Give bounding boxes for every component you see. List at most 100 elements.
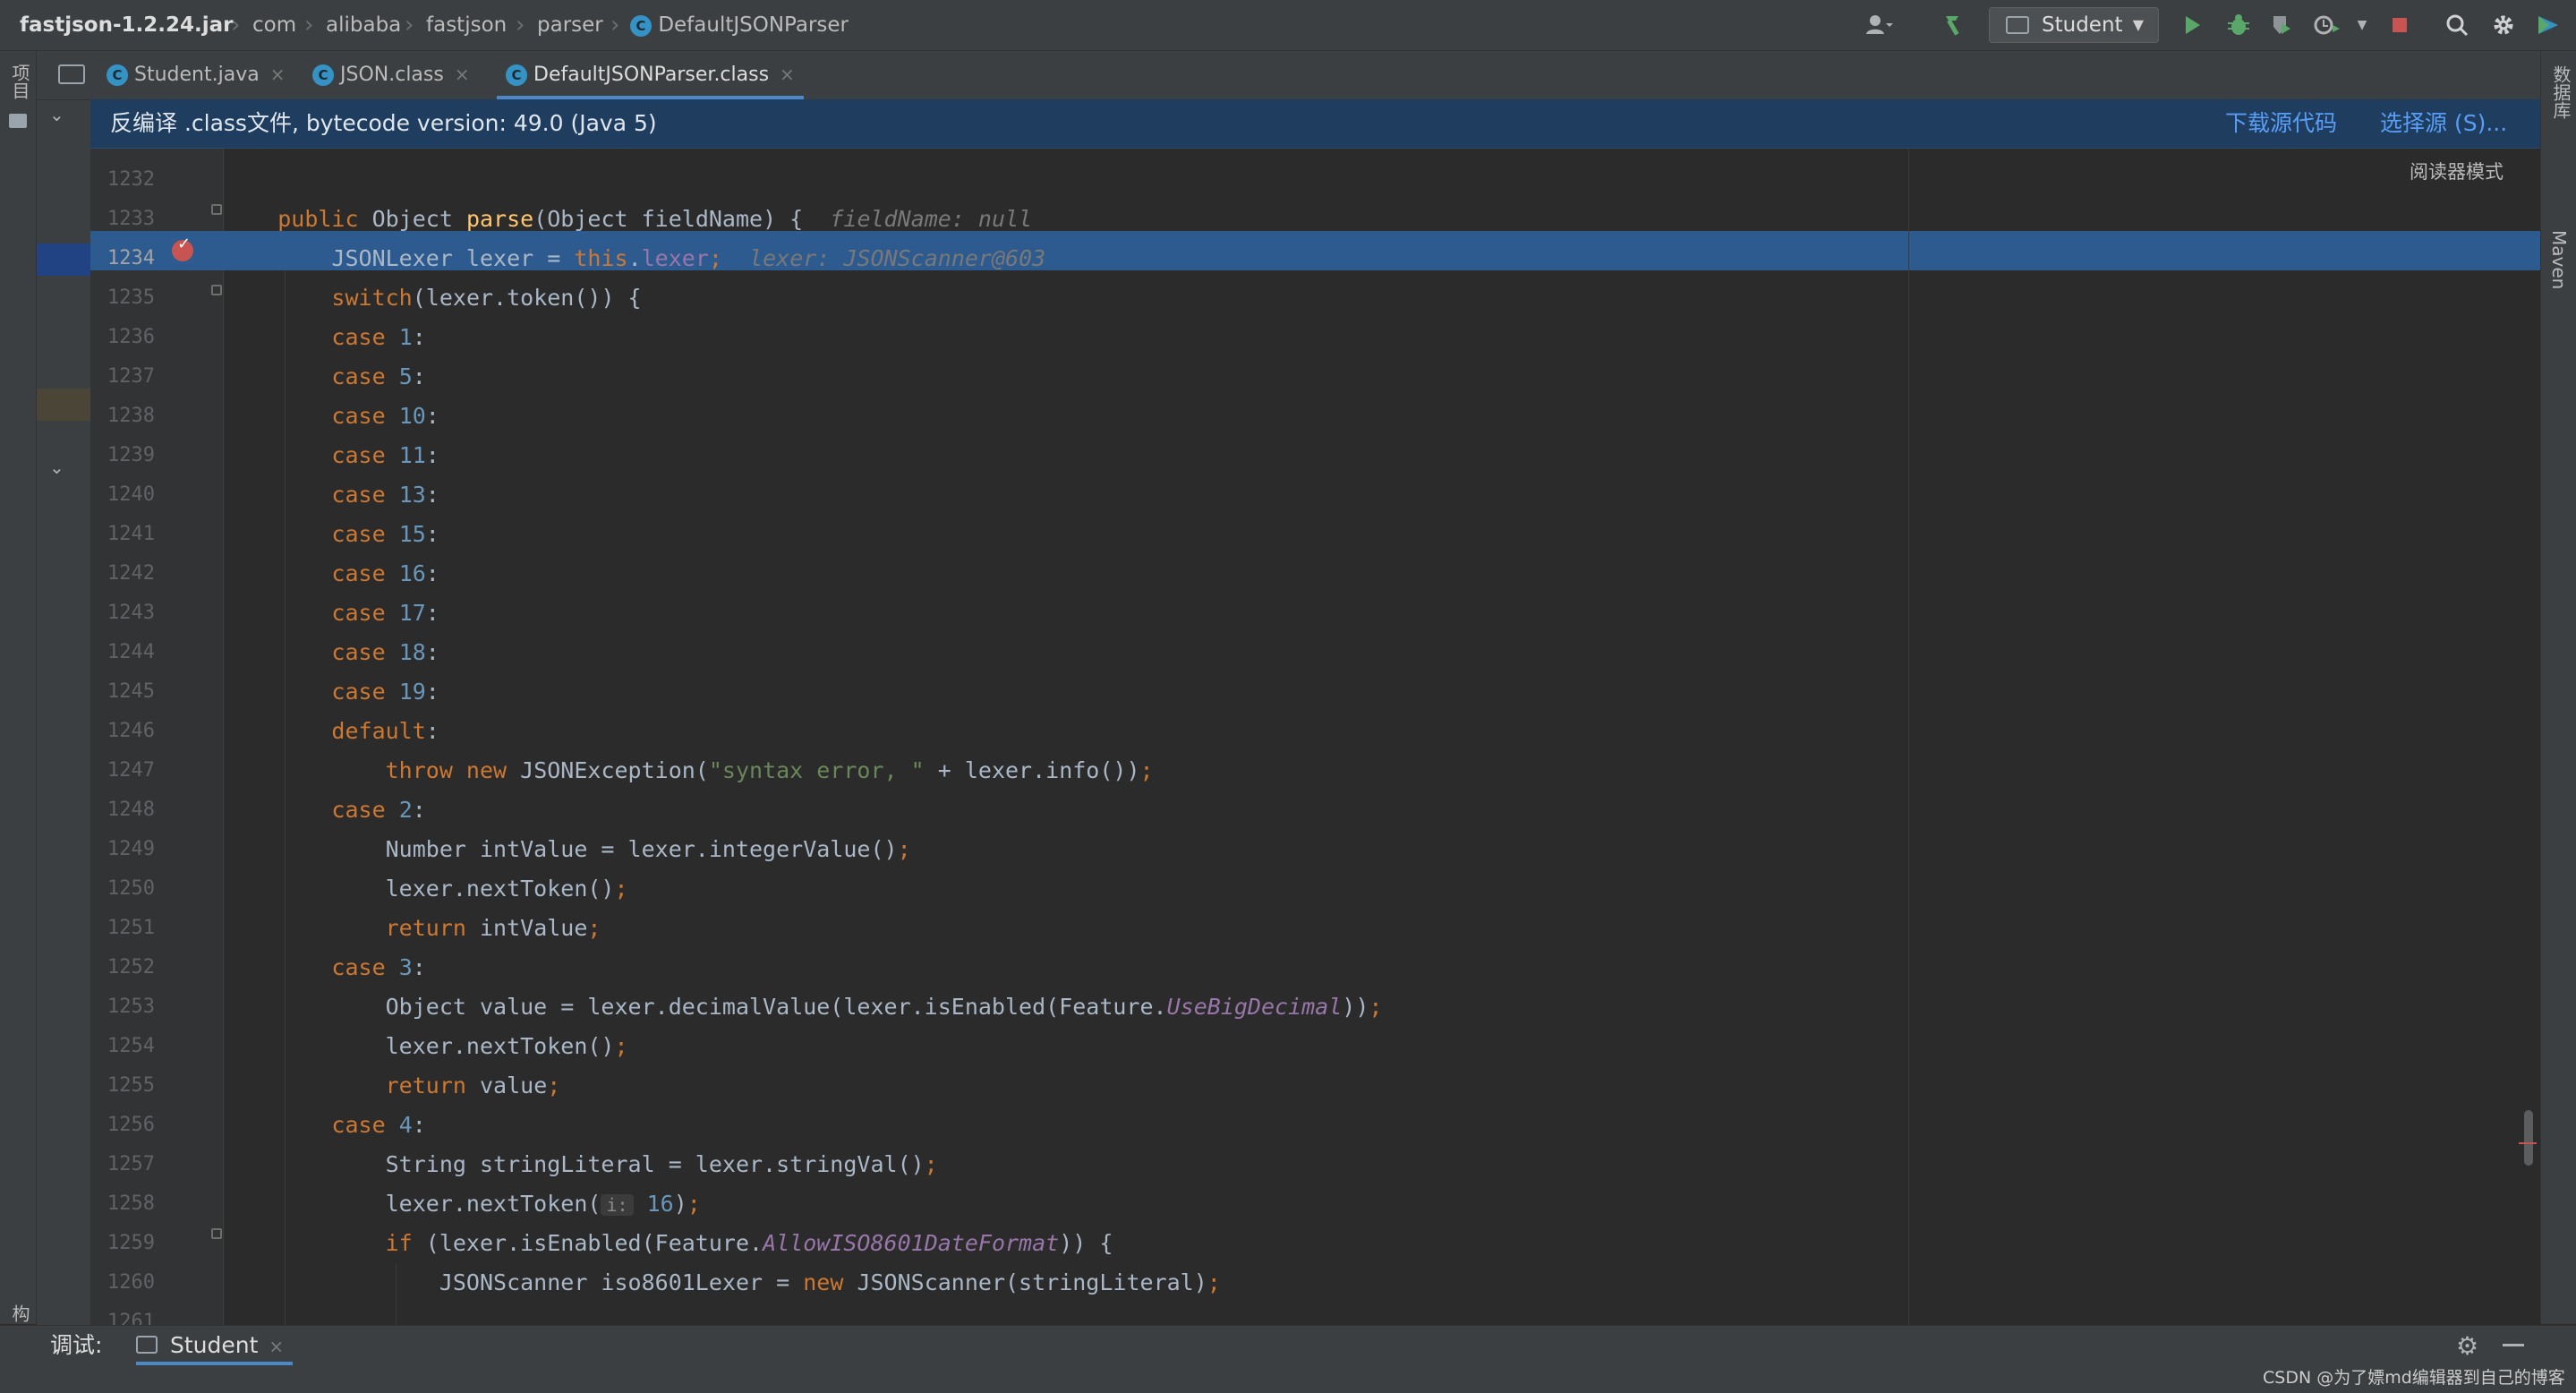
line-number[interactable]: 1254: [90, 1035, 155, 1057]
code-line[interactable]: case 10:: [224, 403, 439, 429]
tab-defaultjsonparser-class[interactable]: C DefaultJSONParser.class ×: [497, 51, 804, 99]
line-number[interactable]: 1242: [90, 562, 155, 585]
settings-gear-icon[interactable]: [2488, 11, 2519, 39]
minimize-icon[interactable]: [2503, 1344, 2524, 1346]
line-number[interactable]: 1253: [90, 996, 155, 1018]
window-icon[interactable]: [58, 64, 85, 84]
line-number[interactable]: 1234: [90, 247, 155, 269]
line-number[interactable]: 1260: [90, 1271, 155, 1294]
more-run-options-icon[interactable]: ▼: [2347, 11, 2377, 39]
debug-session-tab-student[interactable]: Student ×: [136, 1326, 294, 1365]
code-line[interactable]: public Object parse(Object fieldName) { …: [224, 206, 1032, 232]
code-line[interactable]: case 1:: [224, 324, 425, 350]
user-icon[interactable]: [1864, 11, 1894, 39]
debug-icon[interactable]: [2223, 11, 2254, 39]
maven-tool-button[interactable]: Maven: [2548, 230, 2570, 289]
code-line[interactable]: return intValue;: [224, 915, 601, 941]
code-line[interactable]: case 11:: [224, 442, 439, 468]
breadcrumb-jar[interactable]: fastjson-1.2.24.jar: [20, 0, 233, 50]
code-line[interactable]: lexer.nextToken();: [224, 876, 628, 902]
breadcrumb-item-com[interactable]: com: [252, 0, 296, 50]
code-line[interactable]: case 16:: [224, 560, 439, 586]
choose-sources-link[interactable]: 选择源 (S)...: [2380, 99, 2507, 148]
search-icon[interactable]: [2442, 11, 2472, 39]
line-number[interactable]: 1238: [90, 405, 155, 427]
line-number[interactable]: 1252: [90, 956, 155, 979]
line-number[interactable]: 1259: [90, 1232, 155, 1254]
line-number[interactable]: 1258: [90, 1192, 155, 1215]
fold-marker-icon[interactable]: [211, 1228, 222, 1239]
line-number[interactable]: 1232: [90, 168, 155, 191]
code-line[interactable]: Object value = lexer.decimalValue(lexer.…: [224, 994, 1383, 1020]
code-line[interactable]: case 15:: [224, 521, 439, 547]
run-configuration-select[interactable]: Student ▼: [1989, 7, 2159, 43]
line-number[interactable]: 1244: [90, 641, 155, 663]
error-stripe-marker[interactable]: [2519, 1142, 2537, 1144]
breadcrumb-item-alibaba[interactable]: alibaba: [326, 0, 401, 50]
line-number[interactable]: 1235: [90, 286, 155, 309]
breadcrumb-current[interactable]: C DefaultJSONParser: [630, 0, 849, 50]
run-icon[interactable]: [2177, 11, 2207, 39]
line-number[interactable]: 1241: [90, 523, 155, 545]
code-line[interactable]: switch(lexer.token()) {: [224, 285, 641, 311]
line-number[interactable]: 1257: [90, 1153, 155, 1175]
line-number[interactable]: 1250: [90, 877, 155, 900]
close-icon[interactable]: ×: [270, 64, 286, 85]
code-line[interactable]: case 13:: [224, 482, 439, 508]
ide-logo-icon[interactable]: [2533, 11, 2563, 39]
close-icon[interactable]: ×: [455, 64, 470, 85]
code-line[interactable]: JSONLexer lexer = this.lexer; lexer: JSO…: [224, 245, 1045, 271]
coverage-icon[interactable]: [2266, 11, 2297, 39]
line-number[interactable]: 1247: [90, 759, 155, 782]
tab-student-java[interactable]: C Student.java ×: [107, 51, 285, 99]
chevron-down-icon[interactable]: ⌄: [49, 457, 64, 478]
code-line[interactable]: case 3:: [224, 954, 425, 980]
settings-gear-icon[interactable]: ⚙: [2456, 1331, 2478, 1361]
fold-marker-icon[interactable]: [211, 204, 222, 215]
chevron-down-icon[interactable]: ⌄: [49, 104, 64, 125]
line-number[interactable]: 1245: [90, 680, 155, 703]
code-line[interactable]: case 4:: [224, 1112, 425, 1138]
code-line[interactable]: if (lexer.isEnabled(Feature.AllowISO8601…: [224, 1230, 1113, 1256]
line-number[interactable]: 1239: [90, 444, 155, 466]
code-line[interactable]: throw new JSONException("syntax error, "…: [224, 757, 1154, 783]
code-line[interactable]: default:: [224, 718, 439, 744]
profiler-icon[interactable]: [2311, 11, 2341, 39]
database-tool-button[interactable]: 数据库: [2548, 65, 2574, 119]
code-line[interactable]: case 19:: [224, 679, 439, 705]
fold-marker-icon[interactable]: [211, 285, 222, 295]
line-number[interactable]: 1233: [90, 208, 155, 230]
tab-json-class[interactable]: C JSON.class ×: [312, 51, 470, 99]
line-number[interactable]: 1243: [90, 602, 155, 624]
line-number[interactable]: 1248: [90, 799, 155, 821]
line-number[interactable]: 1249: [90, 838, 155, 860]
line-number[interactable]: 1237: [90, 365, 155, 388]
line-number[interactable]: 1246: [90, 720, 155, 742]
line-number[interactable]: 1236: [90, 326, 155, 348]
build-hammer-icon[interactable]: [1939, 11, 1969, 39]
reader-mode-toggle[interactable]: 阅读器模式: [2410, 158, 2503, 184]
breadcrumb-item-fastjson[interactable]: fastjson: [426, 0, 507, 50]
stop-icon[interactable]: [2384, 11, 2415, 39]
close-icon[interactable]: ×: [780, 64, 795, 85]
code-line[interactable]: case 5:: [224, 363, 425, 389]
breadcrumb-item-parser[interactable]: parser: [537, 0, 603, 50]
code-line[interactable]: Number intValue = lexer.integerValue();: [224, 836, 911, 862]
selected-tree-row[interactable]: [37, 244, 90, 276]
editor-scrollbar-thumb[interactable]: [2524, 1110, 2533, 1166]
code-line[interactable]: lexer.nextToken(i: 16);: [224, 1191, 701, 1217]
code-line[interactable]: return value;: [224, 1073, 561, 1098]
download-sources-link[interactable]: 下载源代码: [2225, 99, 2337, 148]
line-number[interactable]: 1251: [90, 917, 155, 939]
line-number[interactable]: 1255: [90, 1074, 155, 1097]
code-line[interactable]: case 18:: [224, 639, 439, 665]
line-number[interactable]: 1256: [90, 1114, 155, 1136]
code-line[interactable]: String stringLiteral = lexer.stringVal()…: [224, 1151, 938, 1177]
code-line[interactable]: case 2:: [224, 797, 425, 823]
line-number[interactable]: 1240: [90, 483, 155, 506]
code-line[interactable]: case 17:: [224, 600, 439, 626]
tree-row[interactable]: [37, 389, 90, 421]
code-line[interactable]: lexer.nextToken();: [224, 1033, 628, 1059]
code-line[interactable]: JSONScanner iso8601Lexer = new JSONScann…: [224, 1269, 1221, 1295]
project-tool-button[interactable]: 项目: [7, 64, 33, 99]
